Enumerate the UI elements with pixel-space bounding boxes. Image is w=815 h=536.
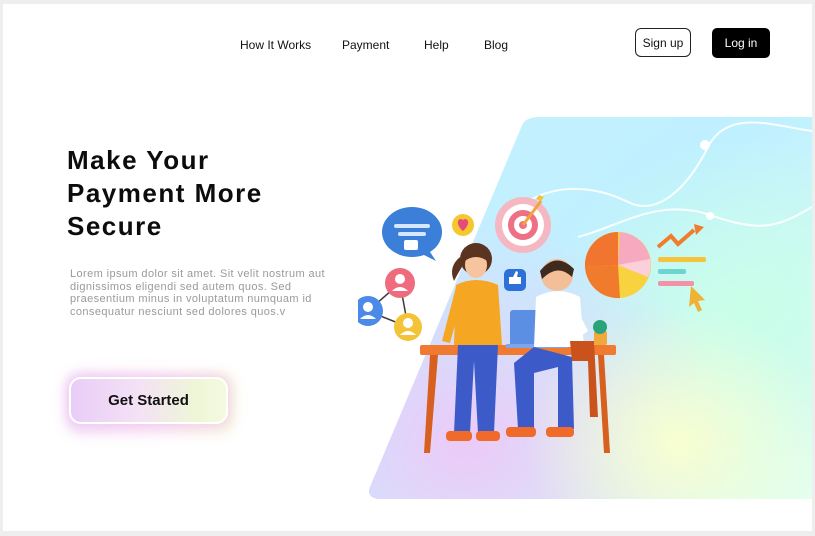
pie-chart-icon (584, 231, 651, 299)
chat-bubble-icon (382, 207, 442, 261)
gradient-panel (369, 117, 812, 499)
nav-link-blog[interactable]: Blog (484, 38, 508, 52)
network-people-icon (358, 268, 422, 341)
plant (593, 320, 607, 345)
hero-description: Lorem ipsum dolor sit amet. Sit velit no… (70, 268, 325, 318)
thumbs-up-icon (504, 269, 526, 291)
nav-link-payment[interactable]: Payment (342, 38, 389, 52)
hero-title: Make Your Payment More Secure (67, 144, 367, 243)
hero-illustration (358, 117, 812, 499)
hero-title-line: Make Your (67, 145, 210, 175)
hero-title-line: Secure (67, 211, 163, 241)
wave-dot (706, 212, 714, 220)
signup-button[interactable]: Sign up (635, 28, 691, 57)
wave-dot (700, 140, 710, 150)
nav-link-help[interactable]: Help (424, 38, 449, 52)
get-started-button[interactable]: Get Started (69, 377, 228, 424)
heart-icon (452, 214, 474, 236)
login-button[interactable]: Log in (712, 28, 770, 58)
hero-title-line: Payment More (67, 178, 263, 208)
nav-link-how-it-works[interactable]: How It Works (240, 38, 311, 52)
landing-page: How It Works Payment Help Blog Sign up L… (3, 4, 812, 531)
